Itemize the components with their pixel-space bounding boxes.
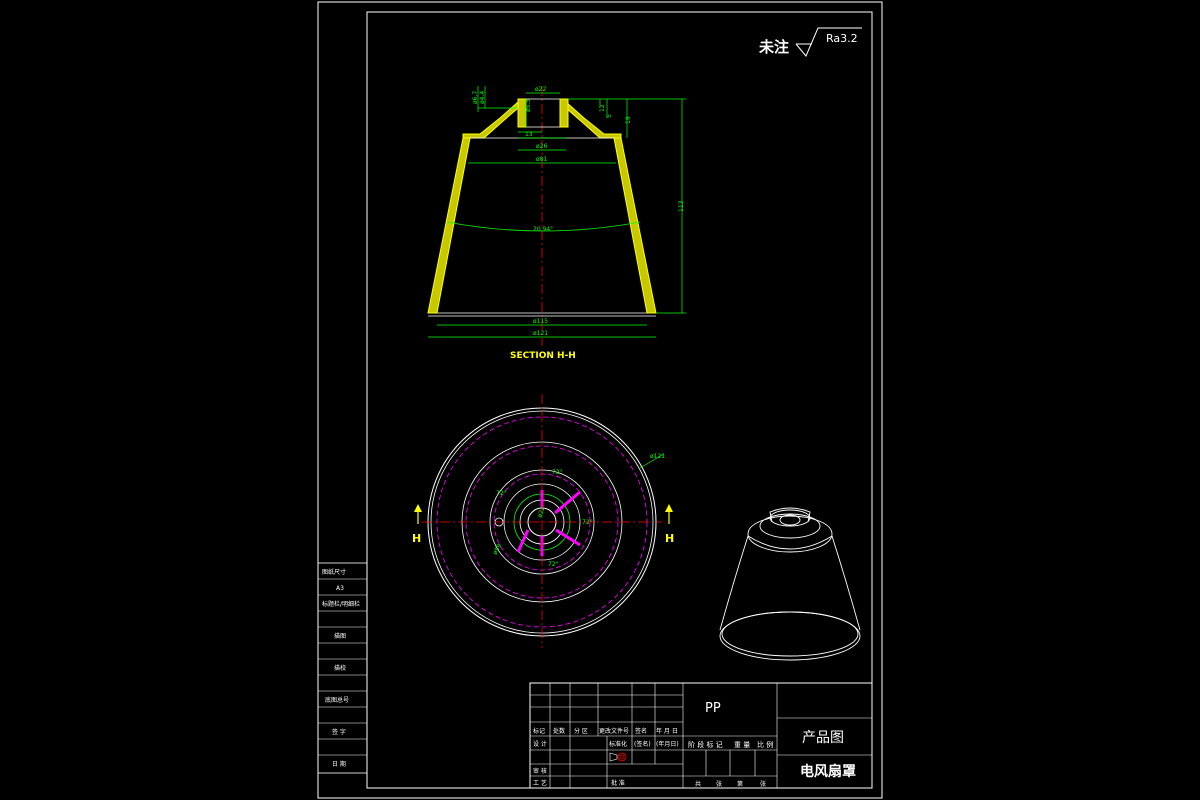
roughness-note-text: 未注 xyxy=(758,38,789,56)
dim-d22: ø22 xyxy=(535,86,546,93)
review-0: 审 核 xyxy=(533,767,547,775)
header-3: 更改文件号 xyxy=(599,727,629,735)
dim-d6-7: ø6.7 xyxy=(472,91,479,104)
header-0: 标记 xyxy=(533,727,545,735)
dim-l5: 5 xyxy=(606,114,613,118)
side-row-12: 日 期 xyxy=(332,760,346,768)
scale-label: 比 例 xyxy=(757,740,773,749)
isometric-view xyxy=(719,507,861,661)
sheet-total: 共 xyxy=(695,780,701,788)
section-mark-left: H xyxy=(412,532,421,545)
side-row-10: 签 字 xyxy=(332,728,346,736)
arrow-left-icon xyxy=(414,504,422,512)
material-text: PP xyxy=(705,701,721,716)
product-name: 电风扇罩 xyxy=(800,763,856,780)
dim-d115: ø115 xyxy=(533,318,548,325)
arrow-right-icon xyxy=(665,504,673,512)
dim-d5-5: ø5.5 xyxy=(525,99,532,112)
projection-symbol-cone xyxy=(609,752,618,762)
drawing-type: 产品图 xyxy=(802,730,844,746)
design-3: 标准化 xyxy=(609,740,627,748)
projection-symbol-icon xyxy=(617,752,627,762)
header-1: 处数 xyxy=(553,727,565,735)
side-row-0: 图纸尺寸 xyxy=(322,568,346,576)
side-row-6: 描校 xyxy=(334,664,346,672)
inner-frame xyxy=(366,11,873,789)
roughness-note: 未注 Ra3.2 xyxy=(758,27,862,57)
plan-angle-4: 72° xyxy=(548,561,559,568)
left-shoulder xyxy=(462,100,519,139)
roughness-value: Ra3.2 xyxy=(826,32,858,45)
plan-dim-d22: ø22 xyxy=(536,505,547,518)
sheet-unit-1: 张 xyxy=(716,780,722,788)
right-shoulder xyxy=(565,100,622,139)
header-4: 签名 xyxy=(635,727,647,735)
plan-view: H H ø121 ø22 ø59 72° 72° 72° 72° xyxy=(412,394,674,648)
header-2: 分 区 xyxy=(574,727,588,735)
dim-l12: 12 xyxy=(599,104,606,112)
plan-dim-d59: ø59 xyxy=(492,543,504,556)
stage-label: 阶 段 标 记 xyxy=(688,740,723,749)
design-5: (年月日) xyxy=(656,740,679,748)
section-title: SECTION H-H xyxy=(510,351,576,361)
side-table: 图纸尺寸 A3 标题栏/明细栏 描图 描校 底图总号 签 字 日 期 xyxy=(317,562,368,774)
plan-dim-d121: ø121 xyxy=(650,453,665,460)
dim-d4-4: ø4.4 xyxy=(479,91,486,104)
sheet-unit-2: 张 xyxy=(760,780,766,788)
side-row-4: 描图 xyxy=(334,632,346,640)
dim-l19: 19 xyxy=(625,116,632,124)
plan-angle-2: 72° xyxy=(496,490,507,497)
plan-angle-3: 72° xyxy=(582,519,593,526)
craft-3: 批 准 xyxy=(611,779,625,787)
outer-frame xyxy=(317,1,883,799)
cad-drawing: 未注 Ra3.2 20.94° ø22 ø26 ø81 ø115 ø121 13… xyxy=(317,1,883,799)
dim-l113: 113 xyxy=(678,200,685,212)
hub-right xyxy=(559,98,569,128)
dim-d81: ø81 xyxy=(536,156,547,163)
dim-d121: ø121 xyxy=(533,330,548,337)
angle-label: 20.94° xyxy=(533,226,553,233)
side-row-1: A3 xyxy=(336,585,344,592)
title-block: 标记 处数 分 区 更改文件号 签名 年 月 日 设 计 标准化 (签名) (年… xyxy=(529,682,873,789)
craft-0: 工 艺 xyxy=(533,779,547,787)
left-wall xyxy=(427,137,471,314)
section-view: 20.94° ø22 ø26 ø81 ø115 ø121 13 113 19 1… xyxy=(427,86,686,361)
weight-label: 重 量 xyxy=(734,741,750,749)
header-5: 年 月 日 xyxy=(656,727,678,735)
side-row-8: 底图总号 xyxy=(325,696,349,704)
projection-symbol-inner xyxy=(619,754,625,760)
side-row-2: 标题栏/明细栏 xyxy=(322,600,360,608)
section-mark-right: H xyxy=(665,532,674,545)
sheet-no: 第 xyxy=(737,780,743,788)
design-0: 设 计 xyxy=(533,740,547,748)
dim-l13: 13 xyxy=(525,131,533,138)
design-4: (签名) xyxy=(634,740,651,748)
plan-angle-1: 72° xyxy=(552,469,563,476)
dim-d26: ø26 xyxy=(536,143,547,150)
